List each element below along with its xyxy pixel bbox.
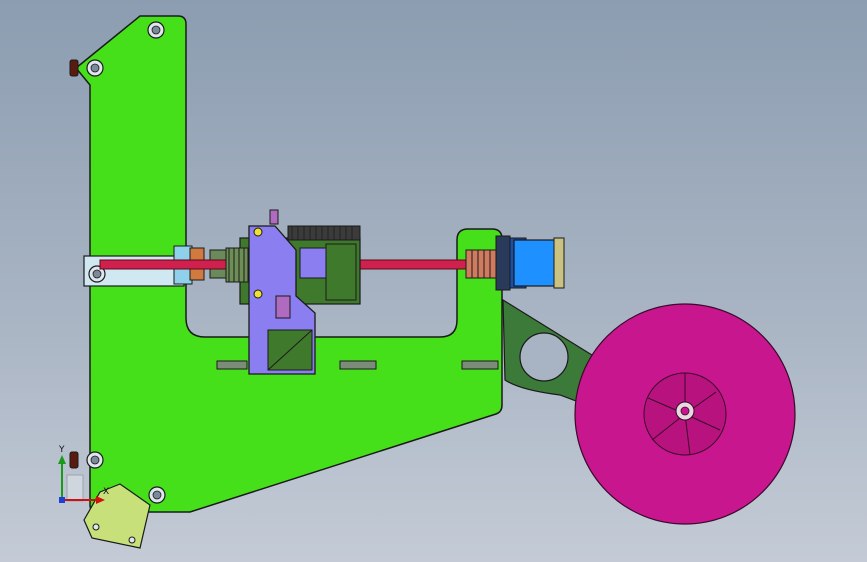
arm-hole-large [519, 332, 569, 382]
filament-spool[interactable] [574, 303, 796, 525]
screw-icon [92, 523, 100, 531]
rod-spring-left [225, 247, 249, 283]
triad-x-label: X [103, 487, 109, 497]
bolt-icon [147, 21, 165, 39]
rod-spring-right [465, 249, 497, 279]
bolt-icon [148, 486, 166, 504]
stepper-motor[interactable] [495, 235, 565, 291]
triad-y-label: Y [58, 445, 65, 455]
z-axis-icon [59, 497, 65, 503]
cad-viewport[interactable]: Y X [0, 0, 867, 562]
screw-icon [128, 536, 136, 544]
screw-icon [253, 289, 263, 299]
cad-model[interactable]: Y X [0, 0, 867, 562]
screw-icon [253, 227, 263, 237]
bolt-icon [69, 451, 104, 469]
